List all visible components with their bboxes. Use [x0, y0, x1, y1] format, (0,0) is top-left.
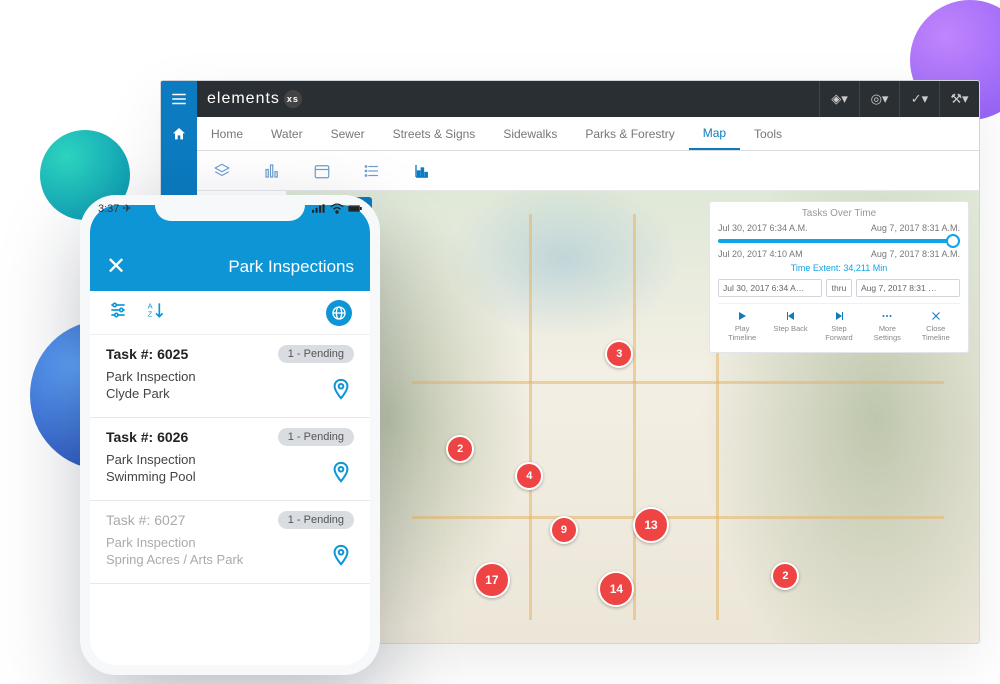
- status-badge: 1 - Pending: [278, 511, 354, 529]
- battery-icon: [348, 203, 362, 214]
- task-number: Task #: 6027: [106, 512, 185, 528]
- tp-range-top-left: Jul 30, 2017 6:34 A.M.: [718, 223, 808, 233]
- task-item[interactable]: Task #: 6026 1 - Pending Park Inspection Sw…: [90, 418, 370, 501]
- tool-chart-icon[interactable]: [407, 156, 437, 186]
- sort-icon[interactable]: AZ: [146, 300, 166, 325]
- time-panel-title: Tasks Over Time: [718, 208, 960, 219]
- task-item[interactable]: Task #: 6025 1 - Pending Park Inspection Cl…: [90, 335, 370, 418]
- task-list[interactable]: Task #: 6025 1 - Pending Park Inspection Cl…: [90, 335, 370, 665]
- tab-home[interactable]: Home: [197, 117, 257, 150]
- tp-range-top-right: Aug 7, 2017 8:31 A.M.: [871, 223, 960, 233]
- status-time: 3:37 ✈: [98, 202, 132, 215]
- phone-notch: [155, 195, 305, 221]
- status-badge: 1 - Pending: [278, 345, 354, 363]
- tab-tools[interactable]: Tools: [740, 117, 796, 150]
- task-location: Clyde Park: [106, 386, 354, 401]
- pin-icon[interactable]: [330, 378, 352, 405]
- tp-range-bot-left: Jul 20, 2017 4:10 AM: [718, 249, 803, 259]
- time-to-field[interactable]: Aug 7, 2017 8:31 …: [856, 279, 960, 297]
- task-number: Task #: 6025: [106, 346, 188, 362]
- task-type: Park Inspection: [106, 452, 354, 467]
- time-extent: Time Extent: 34,211 Min: [718, 263, 960, 273]
- close-button[interactable]: ✕: [106, 252, 126, 281]
- pin-icon[interactable]: [330, 544, 352, 571]
- time-thru-label: thru: [826, 279, 852, 297]
- step-forward-button[interactable]: Step Forward: [818, 310, 860, 342]
- tab-water[interactable]: Water: [257, 117, 317, 150]
- tool-calendar-icon[interactable]: [307, 156, 337, 186]
- close-timeline-button[interactable]: Close Timeline: [915, 310, 957, 342]
- step-back-button[interactable]: Step Back: [770, 310, 812, 342]
- filter-icon[interactable]: [108, 300, 128, 325]
- menu-button[interactable]: [161, 81, 197, 117]
- wifi-icon: [330, 203, 344, 214]
- target-icon[interactable]: ◎▾: [859, 81, 899, 117]
- brand-text: elements: [207, 90, 280, 108]
- phone-screen-title: Park Inspections: [228, 257, 354, 277]
- status-badge: 1 - Pending: [278, 428, 354, 446]
- task-type: Park Inspection: [106, 369, 354, 384]
- task-item[interactable]: Task #: 6027 1 - Pending Park Inspection Sp…: [90, 501, 370, 584]
- task-number: Task #: 6026: [106, 429, 188, 445]
- layers-icon[interactable]: ◈▾: [819, 81, 859, 117]
- toolbar: [197, 151, 979, 191]
- signal-icon: [312, 203, 326, 214]
- pin-icon[interactable]: [330, 461, 352, 488]
- map-marker[interactable]: 2: [771, 562, 799, 590]
- tool-list-icon[interactable]: [357, 156, 387, 186]
- time-from-field[interactable]: Jul 30, 2017 6:34 A…: [718, 279, 822, 297]
- task-type: Park Inspection: [106, 535, 354, 550]
- phone-toolbar: AZ: [90, 291, 370, 335]
- tools-icon[interactable]: ⚒▾: [939, 81, 979, 117]
- tab-parks[interactable]: Parks & Forestry: [571, 117, 688, 150]
- globe-button[interactable]: [326, 300, 352, 326]
- play-timeline-button[interactable]: Play Timeline: [721, 310, 763, 342]
- brand-badge: xs: [284, 90, 302, 108]
- task-location: Swimming Pool: [106, 469, 354, 484]
- tabbar: Home Water Sewer Streets & Signs Sidewal…: [197, 117, 979, 151]
- check-icon[interactable]: ✓▾: [899, 81, 939, 117]
- map-marker[interactable]: 17: [474, 562, 510, 598]
- tp-range-bot-right: Aug 7, 2017 8:31 A.M.: [871, 249, 960, 259]
- tab-sewer[interactable]: Sewer: [317, 117, 379, 150]
- topbar-right: ◈▾ ◎▾ ✓▾ ⚒▾: [819, 81, 979, 117]
- map[interactable]: I want to... ⛶ + − 24391317142 Tasks Ove…: [287, 191, 979, 643]
- tab-map[interactable]: Map: [689, 117, 740, 150]
- home-button[interactable]: [161, 117, 197, 151]
- phone-device: 3:37 ✈ ✕ Park Inspections AZ Task #: 602…: [80, 195, 380, 675]
- tab-streets[interactable]: Streets & Signs: [379, 117, 490, 150]
- tool-layers-icon[interactable]: [207, 156, 237, 186]
- svg-text:Z: Z: [148, 310, 153, 319]
- tab-sidewalks[interactable]: Sidewalks: [489, 117, 571, 150]
- time-slider[interactable]: [718, 239, 960, 243]
- brand-logo: elementsxs: [197, 90, 312, 108]
- more-settings-button[interactable]: More Settings: [866, 310, 908, 342]
- time-panel: Tasks Over Time Jul 30, 2017 6:34 A.M. A…: [709, 201, 969, 353]
- map-marker[interactable]: 14: [598, 571, 634, 607]
- topbar: elementsxs ◈▾ ◎▾ ✓▾ ⚒▾: [161, 81, 979, 117]
- task-location: Spring Acres / Arts Park: [106, 552, 354, 567]
- tool-bar-icon[interactable]: [257, 156, 287, 186]
